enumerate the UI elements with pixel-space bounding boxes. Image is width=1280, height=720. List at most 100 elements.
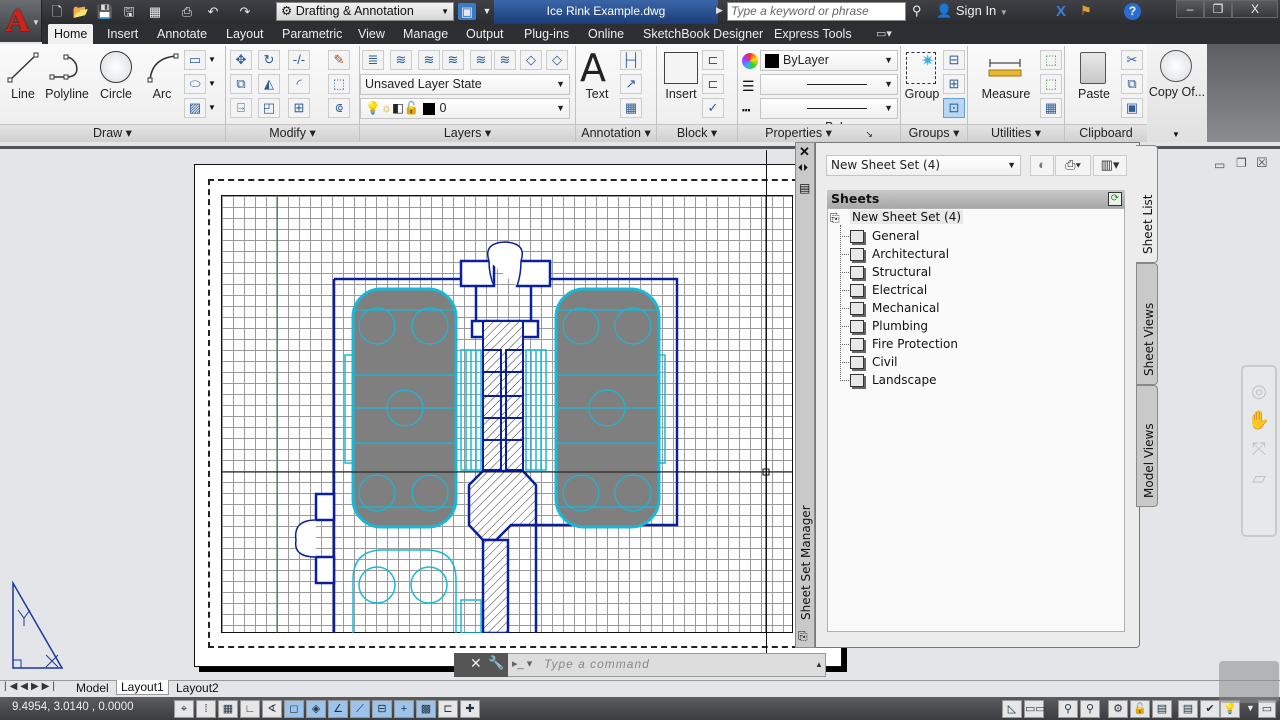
sheet-set-manager-titlebar[interactable]: ✕ ⏴⏵ ▤ Sheet Set Manager ⎘ <box>795 142 815 648</box>
orbit-icon[interactable]: ▱ <box>1243 468 1275 489</box>
paste-button[interactable]: Paste <box>1074 87 1114 101</box>
ellipse-icon[interactable]: ⬭ <box>184 74 206 94</box>
tab-layout1[interactable]: Layout1 <box>116 680 169 695</box>
mirror-icon[interactable]: ◭ <box>258 74 280 94</box>
leader-icon[interactable]: ↗ <box>620 74 642 94</box>
undo-icon[interactable]: ↶ <box>204 3 222 20</box>
sheet-list-item[interactable]: Plumbing <box>872 319 928 333</box>
quick-select-icon[interactable]: ⬚ <box>1040 50 1062 70</box>
chevron-down-icon[interactable]: ▼ <box>208 103 216 112</box>
dynamic-ucs-icon[interactable]: ⟋ <box>350 700 370 718</box>
close-icon[interactable]: ✕ <box>470 655 482 672</box>
tab-home[interactable]: Home <box>48 24 94 44</box>
tab-plug-ins[interactable]: Plug-ins <box>518 24 575 44</box>
customize-icon[interactable]: ▣ <box>458 3 476 20</box>
open-icon[interactable]: 📂 <box>72 3 90 20</box>
tab-view[interactable]: View <box>352 24 391 44</box>
sheet-list-item[interactable]: Fire Protection <box>872 337 958 351</box>
layer-thaw-icon[interactable]: ◇ <box>546 50 568 70</box>
copy-of-button[interactable]: Copy Of... <box>1148 85 1206 99</box>
tab-sheet-list[interactable]: Sheet List <box>1136 145 1158 263</box>
minimize-button[interactable]: – <box>1176 0 1204 18</box>
text-button[interactable]: Text <box>578 87 616 101</box>
layer-properties-icon[interactable]: ≣ <box>362 50 384 70</box>
move-icon[interactable]: ✥ <box>230 50 252 70</box>
modify-panel-title[interactable]: Modify ▾ <box>226 124 359 142</box>
calculator-icon[interactable]: ▦ <box>1040 98 1062 118</box>
linetype-dropdown[interactable]: ByLayer▼ <box>760 74 898 110</box>
tab-insert[interactable]: Insert <box>101 24 144 44</box>
tab-sheet-views[interactable]: Sheet Views <box>1136 263 1158 385</box>
layer-off-icon[interactable]: ≋ <box>442 50 464 70</box>
dimension-icon[interactable]: ├┤ <box>620 50 642 70</box>
create-block-icon[interactable]: ⊏ <box>702 50 724 70</box>
close-icon[interactable]: ✕ <box>799 144 810 160</box>
binoculars-icon[interactable]: ⚲ <box>912 3 922 19</box>
plot-preview-icon[interactable]: ▦ <box>146 3 164 20</box>
sheet-list-item[interactable]: General <box>872 229 919 243</box>
command-history-icon[interactable]: ▲ <box>815 660 823 669</box>
drawing-restore-button[interactable]: ❐ <box>1236 156 1247 170</box>
array-icon[interactable]: ⊞ <box>288 98 310 118</box>
block-panel-title[interactable]: Block ▾ <box>657 124 737 142</box>
restore-button[interactable]: ❐ <box>1204 0 1232 18</box>
save-icon[interactable]: 💾 <box>96 3 114 20</box>
toolbar-lock-icon[interactable]: 🔓 <box>1130 700 1150 718</box>
object-snap-icon[interactable]: ◻ <box>284 700 304 718</box>
search-expand-icon[interactable]: ▶ <box>716 5 723 16</box>
layer-freeze-icon[interactable]: ≋ <box>418 50 440 70</box>
stretch-icon[interactable]: ⍈ <box>230 98 252 118</box>
tab-online[interactable]: Online <box>582 24 630 44</box>
tab-express-tools[interactable]: Express Tools <box>768 24 858 44</box>
hatch-icon[interactable]: ▨ <box>184 98 206 118</box>
group-selection-icon[interactable]: ⊡ <box>943 98 965 118</box>
annotation-panel-title[interactable]: Annotation ▾ <box>576 124 656 142</box>
erase-icon[interactable]: ✎ <box>328 50 350 70</box>
properties-icon[interactable]: ▤ <box>799 181 810 195</box>
cut-icon[interactable]: ✂ <box>1121 50 1143 70</box>
dynamic-input-icon[interactable]: ⊟ <box>372 700 392 718</box>
sheet-list-item[interactable]: Architectural <box>872 247 949 261</box>
help-search-input[interactable]: Type a keyword or phrase <box>727 2 906 21</box>
annotation-visibility-icon[interactable]: ⚲ <box>1080 700 1100 718</box>
sheet-list-item[interactable]: Structural <box>872 265 931 279</box>
sheet-selections-icon[interactable]: ▥▾ <box>1093 155 1127 176</box>
utilities-panel-title[interactable]: Utilities ▾ <box>968 124 1064 142</box>
annotation-scale-icon[interactable]: ⚲ <box>1058 700 1078 718</box>
sheet-list-item[interactable]: Civil <box>872 355 897 369</box>
table-icon[interactable]: ▦ <box>620 98 642 118</box>
tree-root-sheet-set[interactable]: New Sheet Set (4) <box>850 210 964 224</box>
ortho-mode-icon[interactable]: ∟ <box>240 700 260 718</box>
auto-hide-icon[interactable]: ⏴⏵ <box>798 163 808 174</box>
groups-panel-title[interactable]: Groups ▾ <box>901 124 967 142</box>
chevron-down-icon[interactable]: ▼ <box>208 79 216 88</box>
exchange-icon[interactable]: X <box>1056 3 1066 20</box>
grid-display-icon[interactable]: ▦ <box>218 700 238 718</box>
new-icon[interactable]: 🗋 <box>48 3 66 20</box>
layer-unisolate-icon[interactable]: ◇ <box>520 50 542 70</box>
ungroup-icon[interactable]: ⊞ <box>943 74 965 94</box>
select-all-icon[interactable]: ⬚ <box>1040 74 1062 94</box>
command-prompt-icon[interactable]: ▸_ ▾ <box>512 657 532 670</box>
offset-icon[interactable]: ⟃ <box>328 98 350 118</box>
zoom-extents-icon[interactable]: ⤧ <box>1243 439 1275 460</box>
group-button[interactable]: Group <box>902 87 942 101</box>
status-menu-icon[interactable]: ▼ <box>1246 703 1255 713</box>
tab-layout[interactable]: Layout <box>220 24 270 44</box>
layer-make-current-icon[interactable]: ≋ <box>470 50 492 70</box>
tab-manage[interactable]: Manage <box>397 24 454 44</box>
refresh-icon[interactable]: ⟳ <box>1108 192 1122 206</box>
copy-icon[interactable]: ⧉ <box>230 74 252 94</box>
edit-block-icon[interactable]: ⊏ <box>702 74 724 94</box>
polar-tracking-icon[interactable]: ∢ <box>262 700 282 718</box>
properties-panel-title[interactable]: Properties ▾ ↘ <box>738 124 900 142</box>
workspace-dropdown[interactable]: ⚙ Drafting & Annotation ▼ <box>276 2 454 21</box>
hardware-acceleration-icon[interactable]: ▤ <box>1152 700 1172 718</box>
publish-icon[interactable]: ◐ <box>1030 155 1054 176</box>
help-icon[interactable]: ? <box>1124 3 1141 20</box>
tab-model-views[interactable]: Model Views <box>1136 385 1158 507</box>
lineweight-toggle-icon[interactable]: + <box>394 700 414 718</box>
isolate-objects-icon[interactable]: ▤ <box>1178 700 1198 718</box>
command-input[interactable]: Type a command <box>544 657 650 671</box>
object-snap-tracking-icon[interactable]: ∠ <box>328 700 348 718</box>
